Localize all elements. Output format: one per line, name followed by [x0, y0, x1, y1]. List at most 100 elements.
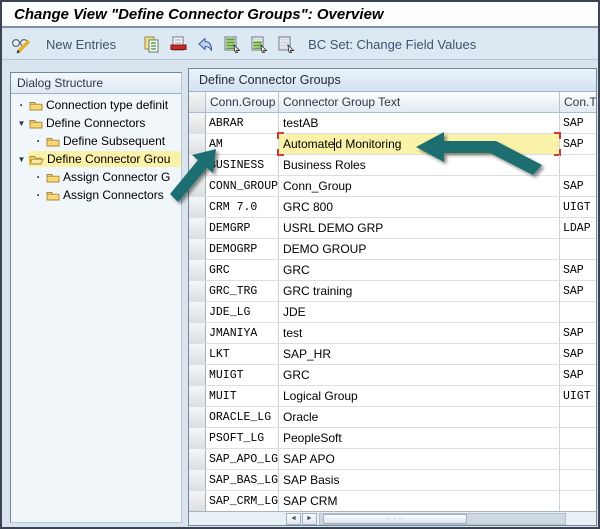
cell-group-text[interactable]: Logical Group	[279, 386, 560, 406]
cell-conn-group[interactable]: DEMOGRP	[206, 239, 279, 259]
tree-leaf-bullet[interactable]: ·	[32, 134, 45, 148]
cell-conn-group[interactable]: GRC_TRG	[206, 281, 279, 301]
row-selector[interactable]	[189, 134, 206, 154]
tree-leaf-bullet[interactable]: ·	[32, 188, 45, 202]
cell-group-text[interactable]: Automate d Monitoring	[277, 132, 561, 156]
cell-con-type[interactable]: SAP	[560, 134, 596, 154]
cell-con-type[interactable]	[560, 302, 596, 322]
cell-conn-group[interactable]: JDE_LG	[206, 302, 279, 322]
column-header-con-type[interactable]: Con.T	[560, 92, 596, 112]
cell-con-type[interactable]: SAP	[560, 260, 596, 280]
cell-con-type[interactable]	[560, 491, 596, 511]
cell-con-type[interactable]: SAP	[560, 176, 596, 196]
cell-con-type[interactable]	[560, 239, 596, 259]
scroll-left-button[interactable]: ◄	[286, 512, 301, 525]
scroll-right-button[interactable]: ►	[302, 512, 317, 525]
row-selector[interactable]	[189, 218, 206, 238]
cell-con-type[interactable]	[560, 470, 596, 490]
cell-conn-group[interactable]: PSOFT_LG	[206, 428, 279, 448]
column-header-conn-group[interactable]: Conn.Group	[206, 92, 279, 112]
row-selector[interactable]	[189, 113, 206, 133]
cell-con-type[interactable]: SAP	[560, 365, 596, 385]
cell-group-text[interactable]: SAP_HR	[279, 344, 560, 364]
display-change-button[interactable]	[10, 33, 34, 57]
cell-group-text[interactable]: USRL DEMO GRP	[279, 218, 560, 238]
bc-set-button[interactable]: BC Set: Change Field Values	[303, 33, 481, 57]
cell-conn-group[interactable]: BUSINESS	[206, 155, 279, 175]
row-selector[interactable]	[189, 386, 206, 406]
new-entries-button[interactable]: New Entries	[41, 33, 121, 57]
tree-leaf-bullet[interactable]: ·	[32, 170, 45, 184]
scrollbar-track[interactable]: · · ·	[319, 512, 566, 525]
row-selector[interactable]	[189, 239, 206, 259]
undo-change-button[interactable]	[195, 33, 215, 57]
row-selector[interactable]	[189, 365, 206, 385]
cell-conn-group[interactable]: MUIGT	[206, 365, 279, 385]
cell-group-text[interactable]: GRC	[279, 365, 560, 385]
cell-conn-group[interactable]: CRM 7.0	[206, 197, 279, 217]
cell-group-text[interactable]: GRC training	[279, 281, 560, 301]
row-selector[interactable]	[189, 302, 206, 322]
cell-con-type[interactable]: SAP	[560, 344, 596, 364]
row-selector[interactable]	[189, 323, 206, 343]
cell-group-text[interactable]: GRC	[279, 260, 560, 280]
cell-group-text[interactable]: GRC 800	[279, 197, 560, 217]
cell-con-type[interactable]	[560, 155, 596, 175]
row-selector[interactable]	[189, 344, 206, 364]
cell-con-type[interactable]	[560, 449, 596, 469]
cell-conn-group[interactable]: ORACLE_LG	[206, 407, 279, 427]
cell-con-type[interactable]: UIGT	[560, 386, 596, 406]
row-selector[interactable]	[189, 176, 206, 196]
cell-group-text[interactable]: Conn_Group	[279, 176, 560, 196]
cell-conn-group[interactable]: GRC	[206, 260, 279, 280]
row-selector[interactable]	[189, 197, 206, 217]
scrollbar-thumb[interactable]: · · ·	[323, 513, 467, 524]
cell-group-text[interactable]: Business Roles	[279, 155, 560, 175]
cell-conn-group[interactable]: SAP_APO_LG	[206, 449, 279, 469]
row-selector[interactable]	[189, 260, 206, 280]
cell-group-text[interactable]: SAP CRM	[279, 491, 560, 511]
row-selector[interactable]	[189, 407, 206, 427]
cell-con-type[interactable]: UIGT	[560, 197, 596, 217]
cell-group-text[interactable]: SAP Basis	[279, 470, 560, 490]
cell-conn-group[interactable]: MUIT	[206, 386, 279, 406]
cell-conn-group[interactable]: CONN_GROUP	[206, 176, 279, 196]
sidebar-tree-item[interactable]: · Assign Connector G	[11, 168, 181, 186]
sidebar-tree-item[interactable]: · Connection type definit	[11, 96, 181, 114]
cell-conn-group[interactable]: JMANIYA	[206, 323, 279, 343]
cell-group-text[interactable]: Oracle	[279, 407, 560, 427]
cell-conn-group[interactable]: LKT	[206, 344, 279, 364]
sidebar-tree-item[interactable]: ▼ Define Connectors	[11, 114, 181, 132]
tree-leaf-bullet[interactable]: ·	[15, 98, 28, 112]
row-selector[interactable]	[189, 470, 206, 490]
tree-expanded-icon[interactable]: ▼	[15, 155, 28, 164]
row-selector[interactable]	[189, 491, 206, 511]
cell-con-type[interactable]: SAP	[560, 281, 596, 301]
row-selector[interactable]	[189, 281, 206, 301]
select-all-rows-header[interactable]	[189, 92, 206, 112]
cell-con-type[interactable]: SAP	[560, 323, 596, 343]
cell-group-text[interactable]: DEMO GROUP	[279, 239, 560, 259]
cell-conn-group[interactable]: DEMGRP	[206, 218, 279, 238]
cell-con-type[interactable]	[560, 407, 596, 427]
cell-group-text[interactable]: testAB	[279, 113, 560, 133]
cell-group-text[interactable]: JDE	[279, 302, 560, 322]
row-selector[interactable]	[189, 155, 206, 175]
delete-entry-button[interactable]	[168, 33, 188, 57]
select-block-button[interactable]	[249, 33, 269, 57]
cell-conn-group[interactable]: SAP_BAS_LG	[206, 470, 279, 490]
cell-con-type[interactable]: LDAP	[560, 218, 596, 238]
cell-con-type[interactable]: SAP	[560, 113, 596, 133]
copy-entry-button[interactable]	[141, 33, 161, 57]
cell-group-text[interactable]: SAP APO	[279, 449, 560, 469]
cell-group-text[interactable]: test	[279, 323, 560, 343]
select-all-button[interactable]	[222, 33, 242, 57]
tree-expanded-icon[interactable]: ▼	[15, 119, 28, 128]
sidebar-tree-item[interactable]: · Define Subsequent	[11, 132, 181, 150]
cell-conn-group[interactable]: AM	[206, 134, 279, 154]
sidebar-tree-item[interactable]: ▼ Define Connector Grou	[11, 150, 181, 168]
deselect-all-button[interactable]	[276, 33, 296, 57]
cell-group-text[interactable]: PeopleSoft	[279, 428, 560, 448]
cell-con-type[interactable]	[560, 428, 596, 448]
cell-conn-group[interactable]: ABRAR	[206, 113, 279, 133]
